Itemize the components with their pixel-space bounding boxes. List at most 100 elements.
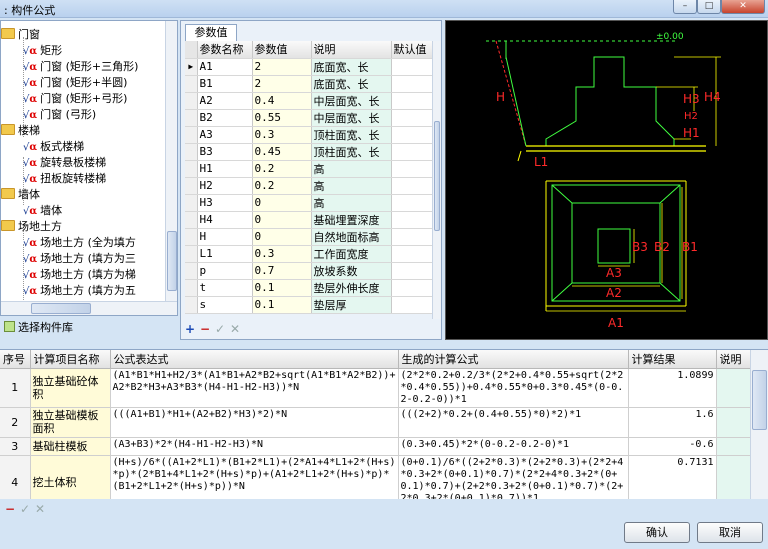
tree-horizontal-scrollbar[interactable] <box>1 301 177 315</box>
expression-cell[interactable]: (A1*B1*H1+H2/3*(A1*B1+A2*B2+sqrt(A1*B1*A… <box>110 368 399 408</box>
select-library-button[interactable]: 选择构件库 <box>0 318 178 338</box>
tree-item[interactable]: √α 门窗 (矩形+三角形) <box>23 59 138 75</box>
parameter-row[interactable]: H1 0.2 高 <box>185 160 434 178</box>
column-header[interactable]: 序号 <box>0 350 31 369</box>
formula-row[interactable]: 1 独立基础砼体积 (A1*B1*H1+H2/3*(A1*B1+A2*B2+sqrt… <box>0 368 751 408</box>
param-desc-cell: 顶柱面宽、长 <box>311 143 392 161</box>
restore-button[interactable]: □ <box>697 0 721 14</box>
param-value-cell[interactable]: 0.3 <box>252 126 312 144</box>
tree-item[interactable]: √α 场地土方 (全为填方 <box>23 235 136 251</box>
library-icon <box>4 321 15 332</box>
param-value-cell[interactable]: 2 <box>252 75 312 93</box>
tree-item[interactable]: √α 矩形 <box>23 43 62 59</box>
column-header[interactable]: 计算结果 <box>628 350 717 369</box>
item-name-cell[interactable]: 独立基础模板面积 <box>30 407 111 438</box>
param-value-cell[interactable]: 0 <box>252 211 312 229</box>
component-drawing: ±0.00 H3 H4 H2 H1 H L1 B3 B2 B1 A3 A2 A1 <box>445 20 768 340</box>
note-cell <box>716 455 751 499</box>
param-value-cell[interactable]: 0.7 <box>252 262 312 280</box>
parameter-row[interactable]: H4 0 基础埋置深度 <box>185 211 434 229</box>
tree-item[interactable]: √α 旋转悬板楼梯 <box>23 155 106 171</box>
parameter-row[interactable]: H 0 自然地面标高 <box>185 228 434 246</box>
formula-table-panel: 序号 计算项目名称 公式表达式 生成的计算公式 计算结果 说明 1 独立基础砼体积… <box>0 349 768 499</box>
tree-item[interactable]: √α 扭板旋转楼梯 <box>23 171 106 187</box>
column-header[interactable]: 默认值 <box>391 41 434 59</box>
formula-scrollbar[interactable] <box>750 350 768 499</box>
parameter-row[interactable]: ▶ A1 2 底面宽、长 <box>185 58 434 76</box>
param-scrollbar[interactable] <box>432 41 441 319</box>
parameter-row[interactable]: H3 0 高 <box>185 194 434 212</box>
tree-group-stairs[interactable]: 楼梯 <box>1 123 40 139</box>
parameter-row[interactable]: B2 0.55 中层面宽、长 <box>185 109 434 127</box>
column-header[interactable]: 计算项目名称 <box>30 350 111 369</box>
tab-parameters[interactable]: 参数值 <box>185 24 237 41</box>
tree-group-earthwork[interactable]: 场地土方 <box>1 219 62 235</box>
confirm-formula-button[interactable]: ✓ <box>18 502 32 516</box>
tree-item[interactable]: √α 场地土方 (填方为五 <box>23 283 136 299</box>
param-value-cell[interactable]: 0.55 <box>252 109 312 127</box>
parameter-row[interactable]: B1 2 底面宽、长 <box>185 75 434 93</box>
column-header[interactable]: 说明 <box>311 41 392 59</box>
scroll-thumb[interactable] <box>31 303 91 314</box>
ok-button[interactable]: 确认 <box>624 522 690 543</box>
expression-cell[interactable]: (H+s)/6*((A1+2*L1)*(B1+2*L1)+(2*A1+4*L1+… <box>110 455 399 499</box>
close-button[interactable]: ✕ <box>721 0 765 14</box>
expression-cell[interactable]: (((A1+B1)*H1+(A2+B2)*H3)*2)*N <box>110 407 399 438</box>
scroll-thumb[interactable] <box>167 231 177 291</box>
parameter-row[interactable]: t 0.1 垫层外伸长度 <box>185 279 434 297</box>
minimize-button[interactable]: – <box>673 0 697 14</box>
param-value-cell[interactable]: 0.1 <box>252 279 312 297</box>
confirm-row-button[interactable]: ✓ <box>213 322 227 336</box>
formula-row[interactable]: 2 独立基础模板面积 (((A1+B1)*H1+(A2+B2)*H3)*2)*N((… <box>0 407 751 438</box>
param-value-cell[interactable]: 0.4 <box>252 92 312 110</box>
parameter-row[interactable]: A3 0.3 顶柱面宽、长 <box>185 126 434 144</box>
parameter-row[interactable]: A2 0.4 中层面宽、长 <box>185 92 434 110</box>
delete-row-button[interactable]: − <box>198 322 212 336</box>
param-value-cell[interactable]: 0.1 <box>252 296 312 314</box>
tree-item[interactable]: √α 场地土方 (填方为梯 <box>23 267 136 283</box>
tree-group-doors-windows[interactable]: 门窗 <box>1 27 40 43</box>
param-value-cell[interactable]: 0.2 <box>252 177 312 195</box>
scroll-thumb[interactable] <box>434 121 440 231</box>
column-header[interactable]: 参数值 <box>252 41 312 59</box>
tree-item[interactable]: √α 门窗 (矩形+半圆) <box>23 75 127 91</box>
diagram-label: B2 <box>654 240 670 254</box>
cancel-formula-button[interactable]: ✕ <box>33 502 47 516</box>
tree-item[interactable]: √α 门窗 (弓形) <box>23 107 96 123</box>
column-header[interactable]: 说明 <box>716 350 751 369</box>
parameter-row[interactable]: L1 0.3 工作面宽度 <box>185 245 434 263</box>
column-header[interactable]: 公式表达式 <box>110 350 399 369</box>
param-value-cell[interactable]: 0.45 <box>252 143 312 161</box>
parameter-row[interactable]: p 0.7 放坡系数 <box>185 262 434 280</box>
tree-item[interactable]: √α 门窗 (矩形+弓形) <box>23 91 127 107</box>
tree-vertical-scrollbar[interactable] <box>165 21 177 301</box>
cancel-row-button[interactable]: ✕ <box>228 322 242 336</box>
parameter-row[interactable]: H2 0.2 高 <box>185 177 434 195</box>
tree-item[interactable]: √α 板式楼梯 <box>23 139 84 155</box>
tree-item[interactable]: √α 墙体 <box>23 203 62 219</box>
formula-row[interactable]: 3 基础柱模板 (A3+B3)*2*(H4-H1-H2-H3)*N (0.3+0.45… <box>0 437 751 456</box>
parameter-row[interactable]: s 0.1 垫层厚 <box>185 296 434 314</box>
item-name-cell[interactable]: 挖土体积 <box>30 455 111 499</box>
item-name-cell[interactable]: 基础柱模板 <box>30 437 111 456</box>
param-value-cell[interactable]: 0.3 <box>252 245 312 263</box>
expression-cell[interactable]: (A3+B3)*2*(H4-H1-H2-H3)*N <box>110 437 399 456</box>
tree-group-walls[interactable]: 墙体 <box>1 187 40 203</box>
cancel-button[interactable]: 取消 <box>697 522 763 543</box>
add-row-button[interactable]: + <box>183 322 197 336</box>
param-value-cell[interactable]: 0.2 <box>252 160 312 178</box>
formula-row[interactable]: 4 挖土体积 (H+s)/6*((A1+2*L1)*(B1+2*L1)+(2*A1+… <box>0 455 751 499</box>
formula-icon: √α <box>23 94 38 105</box>
item-name-cell[interactable]: 独立基础砼体积 <box>30 368 111 408</box>
delete-formula-button[interactable]: − <box>3 502 17 516</box>
scroll-thumb[interactable] <box>752 370 767 430</box>
tree-item[interactable]: √α 场地土方 (填方为三 <box>23 251 136 267</box>
column-header[interactable]: 参数名称 <box>197 41 253 59</box>
param-name-cell: A3 <box>197 126 253 144</box>
param-value-cell[interactable]: 2 <box>252 58 312 76</box>
column-header[interactable]: 生成的计算公式 <box>398 350 629 369</box>
parameter-row[interactable]: B3 0.45 顶柱面宽、长 <box>185 143 434 161</box>
param-value-cell[interactable]: 0 <box>252 228 312 246</box>
param-default-cell <box>391 245 434 263</box>
param-value-cell[interactable]: 0 <box>252 194 312 212</box>
